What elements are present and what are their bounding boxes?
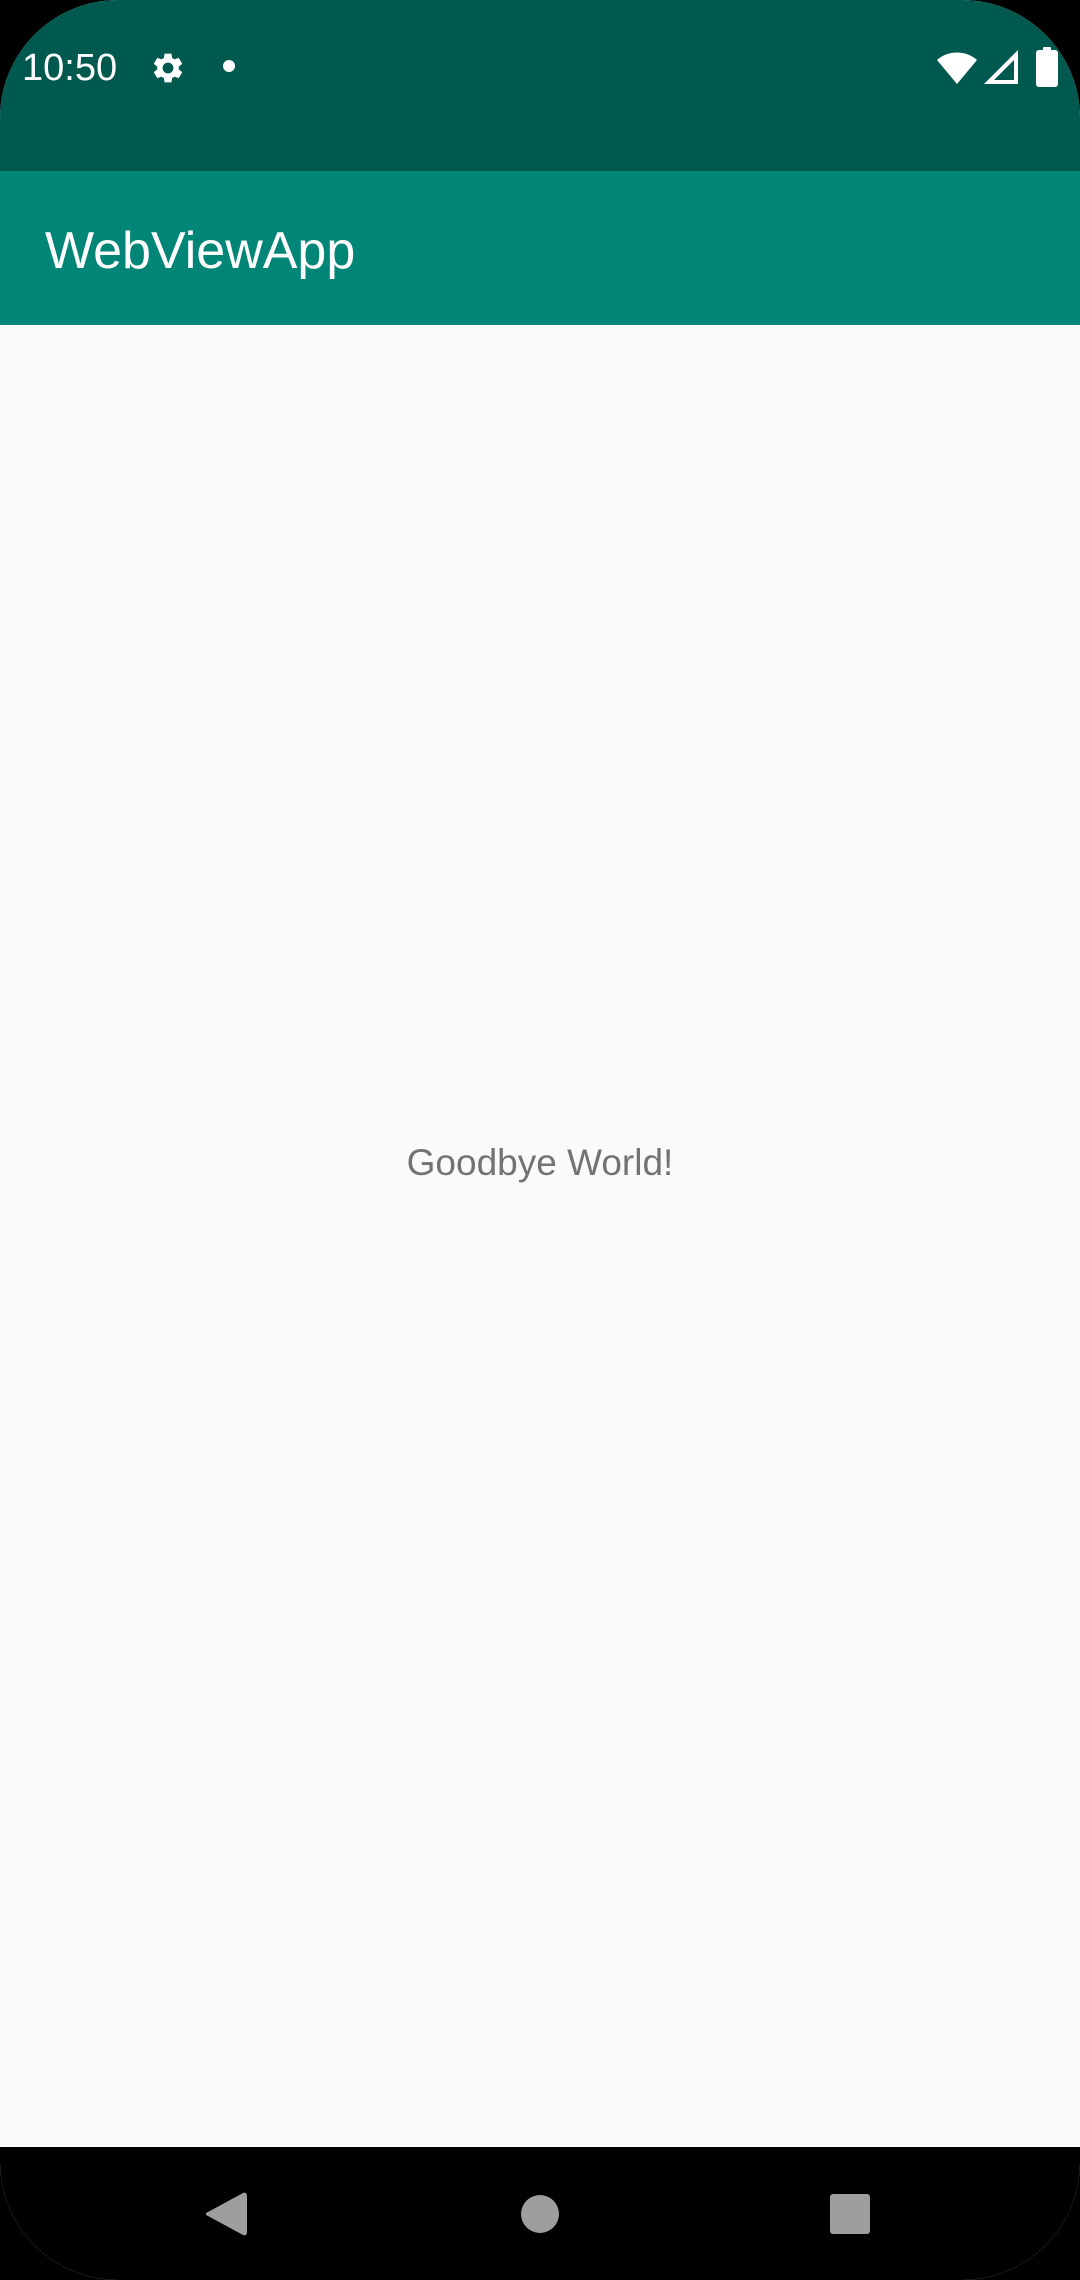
battery-icon	[1036, 47, 1058, 87]
navigation-bar	[0, 2147, 1080, 2280]
home-icon	[521, 2195, 559, 2233]
status-time: 10:50	[22, 47, 118, 89]
recents-button[interactable]	[795, 2159, 905, 2269]
back-button[interactable]	[171, 2159, 281, 2269]
signal-icon	[984, 50, 1018, 84]
home-button[interactable]	[485, 2159, 595, 2269]
status-bar: 10:50	[0, 0, 1080, 171]
recents-icon	[830, 2194, 870, 2234]
back-icon	[205, 2192, 247, 2236]
wifi-icon	[937, 52, 977, 84]
webview-content: Goodbye World!	[0, 325, 1080, 2147]
phone-screen: 10:50 WebViewApp Goodbye World!	[0, 0, 1080, 2280]
dot-icon	[223, 60, 235, 72]
goodbye-text: Goodbye World!	[406, 1142, 674, 1183]
app-bar: WebViewApp	[0, 171, 1080, 325]
app-title: WebViewApp	[45, 222, 356, 280]
gear-icon	[153, 53, 183, 83]
